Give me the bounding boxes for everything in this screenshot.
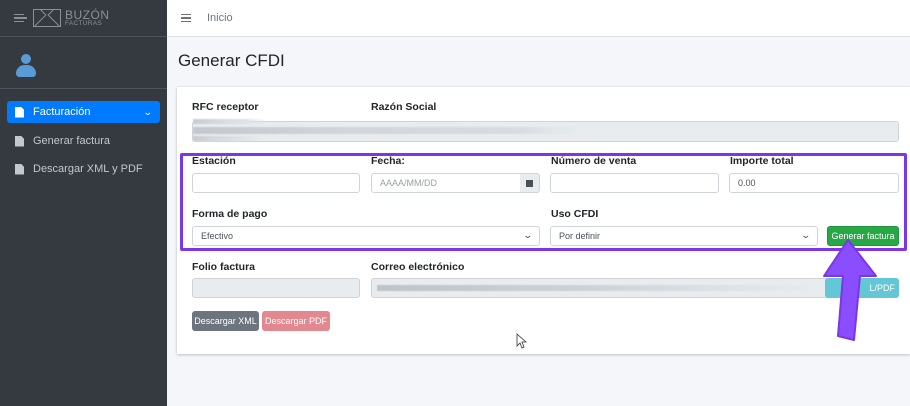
document-icon — [15, 106, 24, 118]
menu-toggle-icon[interactable] — [181, 13, 191, 23]
sidebar-item-descargar[interactable]: Descargar XML y PDF — [7, 157, 160, 181]
redacted-rfc — [193, 119, 268, 124]
sidebar-item-generar-factura[interactable]: Generar factura — [7, 129, 160, 153]
correo-label: Correo electrónico — [371, 261, 465, 273]
folio-factura-input — [192, 278, 360, 298]
sidebar: BUZÓN FACTURAS Facturación ⌄ Generar fac… — [0, 0, 167, 406]
user-panel — [0, 43, 167, 89]
descargar-xml-button[interactable]: Descargar XML — [192, 311, 259, 331]
descargar-pdf-button[interactable]: Descargar PDF — [262, 311, 330, 331]
envelope-icon — [33, 9, 61, 27]
redacted-rfc-2 — [193, 136, 263, 141]
download-document-icon — [15, 163, 24, 175]
rfc-receptor-label: RFC receptor — [192, 101, 259, 113]
redacted-correo — [377, 285, 817, 291]
annotation-arrow-icon — [823, 239, 877, 341]
mouse-cursor-icon — [516, 333, 527, 349]
razon-social-label: Razón Social — [371, 101, 437, 113]
user-avatar-icon[interactable] — [15, 53, 37, 78]
sidebar-item-facturacion[interactable]: Facturación ⌄ — [7, 101, 160, 123]
highlight-annotation — [180, 153, 907, 251]
brand-subtitle: FACTURAS — [65, 19, 103, 27]
sidebar-nav: Facturación ⌄ Generar factura Descargar … — [0, 101, 167, 181]
sidebar-item-label: Facturación — [33, 106, 91, 118]
logo-lines-icon — [14, 13, 27, 23]
folio-factura-label: Folio factura — [192, 261, 256, 273]
top-navbar: Inicio — [167, 0, 910, 37]
sidebar-item-label: Generar factura — [33, 135, 111, 147]
brand-name: BUZÓN — [65, 7, 110, 22]
redacted-razon-social — [193, 127, 578, 134]
page-title: Generar CFDI — [178, 51, 285, 70]
chevron-down-icon: ⌄ — [143, 106, 154, 117]
document-icon — [15, 135, 24, 147]
sidebar-item-label: Descargar XML y PDF — [33, 163, 143, 175]
home-link[interactable]: Inicio — [207, 12, 233, 24]
brand-logo[interactable]: BUZÓN FACTURAS — [0, 0, 167, 37]
